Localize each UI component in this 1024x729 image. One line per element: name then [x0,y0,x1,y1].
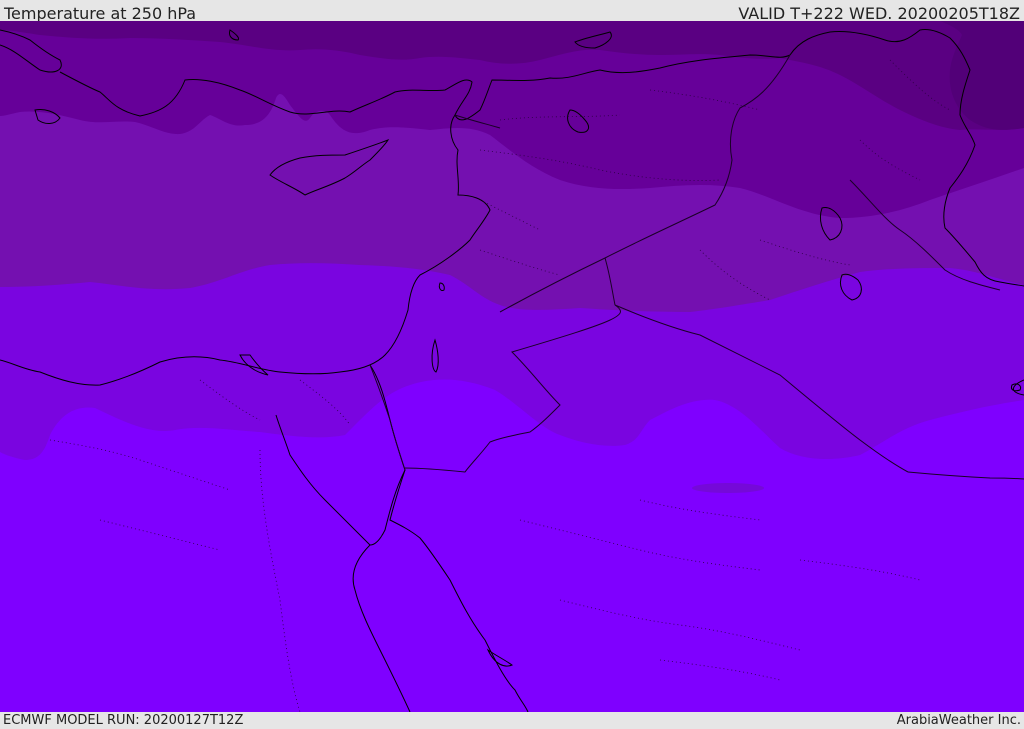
header-bar: Temperature at 250 hPa VALID T+222 WED. … [0,0,1024,23]
map-canvas [0,21,1024,712]
credit-label: ArabiaWeather Inc. [896,713,1021,728]
temp-band-small-patch [692,483,764,493]
model-run-label: ECMWF MODEL RUN: 20200127T12Z [3,713,244,728]
temperature-map [0,21,1024,712]
footer-bar: ECMWF MODEL RUN: 20200127T12Z ArabiaWeat… [0,712,1024,729]
